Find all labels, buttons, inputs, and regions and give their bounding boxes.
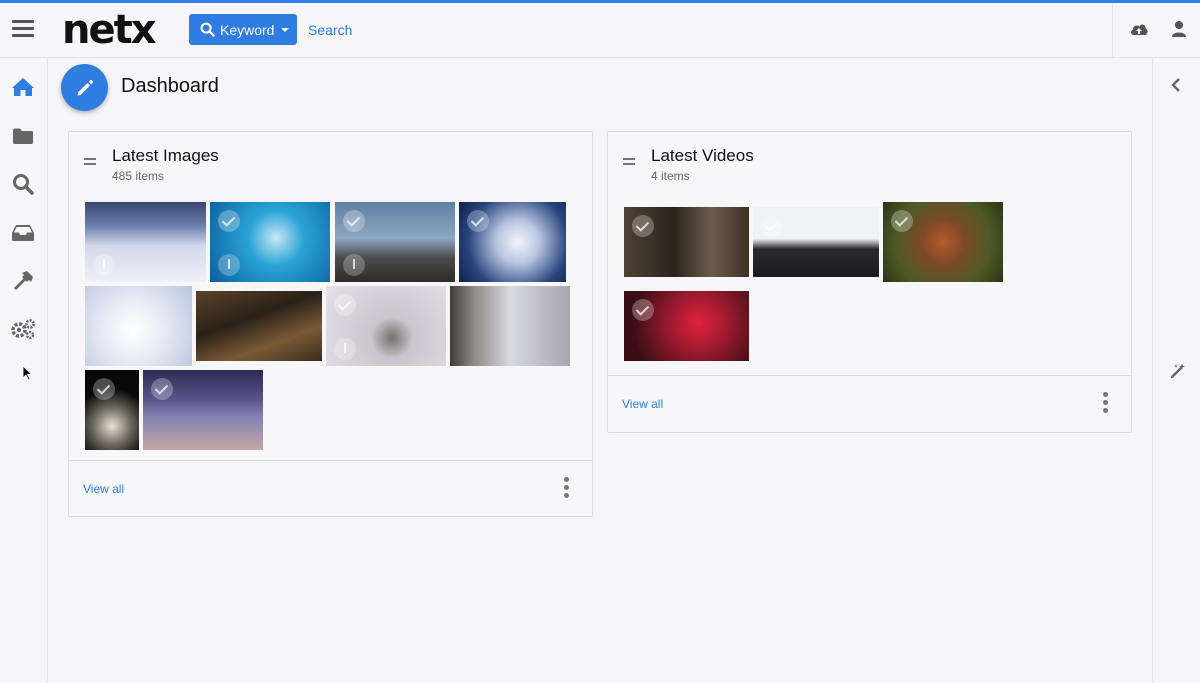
nav-home[interactable] <box>10 74 36 100</box>
nav-folders[interactable] <box>10 123 36 149</box>
netx-logo[interactable]: netx <box>62 5 157 55</box>
image-thumbnail[interactable] <box>196 291 322 361</box>
cloud-upload-icon[interactable] <box>1129 20 1149 38</box>
image-thumbnail[interactable] <box>326 286 446 366</box>
select-checkbox[interactable] <box>93 378 115 400</box>
gears-icon <box>11 319 35 340</box>
select-checkbox[interactable] <box>891 210 913 232</box>
more-options-icon[interactable] <box>564 477 570 499</box>
edit-dashboard-button[interactable] <box>61 64 108 111</box>
download-icon[interactable] <box>334 338 356 360</box>
image-thumbnail[interactable] <box>450 286 570 366</box>
tools-icon <box>14 271 33 290</box>
select-checkbox[interactable] <box>632 215 654 237</box>
latest-videos-card: Latest Videos 4 items View all <box>607 131 1132 433</box>
card-footer: View all <box>608 375 1131 432</box>
drag-handle-icon[interactable] <box>84 158 96 166</box>
download-icon[interactable] <box>218 254 240 276</box>
image-thumbnail[interactable] <box>143 370 263 450</box>
video-thumbnail[interactable] <box>883 202 1003 282</box>
folder-icon <box>13 128 33 144</box>
menu-icon[interactable] <box>12 20 34 40</box>
nav-settings[interactable] <box>10 316 36 342</box>
user-icon[interactable] <box>1171 20 1187 38</box>
search-mode-label: Keyword <box>220 21 275 38</box>
more-options-icon[interactable] <box>1103 392 1109 414</box>
search-icon <box>200 22 215 37</box>
nav-inbox[interactable] <box>10 220 36 246</box>
topbar-actions <box>1112 3 1200 58</box>
view-all-link[interactable]: View all <box>622 397 663 411</box>
video-thumbnail[interactable] <box>624 207 749 277</box>
image-thumbnail[interactable] <box>210 202 330 282</box>
card-title: Latest Images <box>112 146 219 165</box>
select-checkbox[interactable] <box>334 294 356 316</box>
pencil-icon <box>77 79 93 95</box>
image-thumbnail[interactable] <box>85 370 139 450</box>
home-icon <box>12 78 34 96</box>
mouse-cursor-icon <box>22 365 32 381</box>
view-all-link[interactable]: View all <box>83 482 124 496</box>
image-thumbnail[interactable] <box>85 202 206 282</box>
card-footer: View all <box>69 460 592 517</box>
select-checkbox[interactable] <box>343 210 365 232</box>
chevron-left-icon[interactable] <box>1171 78 1181 92</box>
download-icon[interactable] <box>93 254 115 276</box>
magic-wand-icon[interactable] <box>1170 363 1186 379</box>
video-thumbnail[interactable] <box>624 291 749 361</box>
image-thumbnail[interactable] <box>85 286 192 366</box>
inbox-icon <box>12 225 34 241</box>
page-title: Dashboard <box>121 75 219 97</box>
right-rail <box>1152 58 1200 683</box>
select-checkbox[interactable] <box>467 210 489 232</box>
drag-handle-icon[interactable] <box>623 158 635 166</box>
image-thumbnail[interactable] <box>459 202 566 282</box>
video-thumbnail[interactable] <box>753 207 879 277</box>
card-item-count: 4 items <box>651 169 690 183</box>
select-checkbox[interactable] <box>632 299 654 321</box>
card-title: Latest Videos <box>651 146 754 165</box>
select-checkbox[interactable] <box>218 210 240 232</box>
search-mode-dropdown[interactable]: Keyword <box>189 14 297 45</box>
search-icon <box>13 174 34 195</box>
caret-down-icon <box>281 27 290 32</box>
latest-images-card: Latest Images 485 items View all <box>68 131 593 517</box>
select-checkbox[interactable] <box>761 215 783 237</box>
top-bar: netx Keyword <box>0 3 1200 58</box>
search-input[interactable] <box>300 17 600 43</box>
left-nav <box>0 58 48 683</box>
nav-tools[interactable] <box>10 268 36 294</box>
nav-search[interactable] <box>10 171 36 197</box>
card-item-count: 485 items <box>112 169 165 183</box>
image-thumbnail[interactable] <box>335 202 455 282</box>
download-icon[interactable] <box>343 254 365 276</box>
select-checkbox[interactable] <box>151 378 173 400</box>
